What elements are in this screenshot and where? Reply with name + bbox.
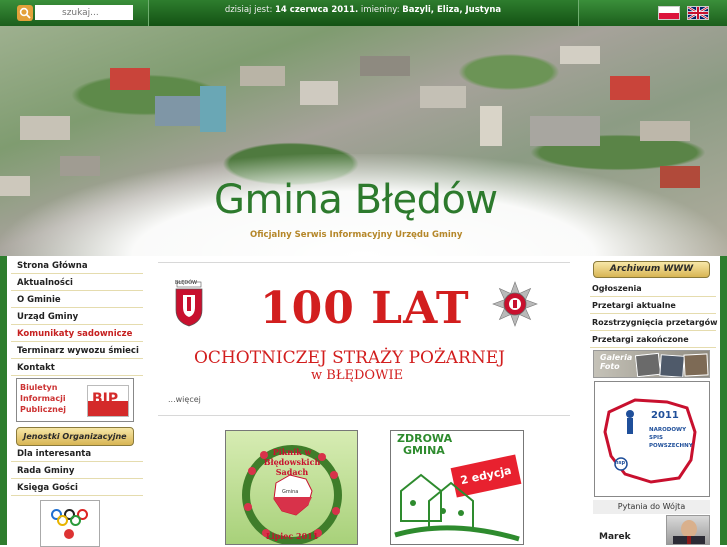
flag-pl-icon[interactable] [658,6,680,20]
menu-item-rada-gminy[interactable]: Rada Gminy [11,463,143,479]
menu-item-ogloszenia[interactable]: Ogłoszenia [590,281,716,297]
nsp-year: 2011 [651,410,679,421]
date-info: dzisiaj jest: 14 czerwca 2011. imieniny:… [150,5,576,15]
nsp-text: NARODOWY SPIS POWSZECHNY [649,427,693,449]
menu-item-aktualnosci[interactable]: Aktualności [11,275,143,291]
piknik-title: Piknik w Błędowskich Sadach [263,447,321,477]
menu-item-o-gminie[interactable]: O Gminie [11,292,143,308]
menu-item-kontakt[interactable]: Kontakt [11,360,143,376]
menu-item-dla-interesanta[interactable]: Dla interesanta [11,446,143,462]
search-input[interactable] [35,5,133,20]
menu-item-ksiega-gosci[interactable]: Księga Gości [11,480,143,496]
galeria-foto-banner[interactable]: Galeria Foto [593,350,710,378]
search-button[interactable] [17,5,33,21]
menu-item-przetargi-zakonczone[interactable]: Przetargi zakończone [590,332,716,348]
bip-logo: BIP [87,385,129,417]
healthy-house-icon [394,473,520,542]
photo-thumb-icon [683,353,709,377]
banner-osp-line: OCHOTNICZEJ STRAŻY POŻARNEJ [194,348,505,368]
jednostki-button[interactable]: Jenostki Organizacyjne [16,427,134,446]
nameday-value: Bazyli, Eliza, Justyna [402,5,502,15]
galeria-label: Galeria Foto [600,353,633,371]
divider [158,415,570,416]
magnifier-icon [19,7,31,19]
date-value: 14 czerwca 2011. [275,5,359,15]
piknik-date: Lipiec 2011 [266,531,319,541]
menu-item-przetargi-aktualne[interactable]: Przetargi aktualne [590,298,716,314]
archiwum-button[interactable]: Archiwum WWW [593,261,710,278]
menu-item-rozstrzygniecia[interactable]: Rozstrzygnięcia przetargów [590,315,718,331]
zdrowa-gmina-banner[interactable]: ZDROWA GMINA 2 edycja [390,430,524,545]
nsp-2011-banner[interactable]: 2011 NARODOWY SPIS POWSZECHNY nsp [594,381,710,497]
more-link[interactable]: ...więcej [168,395,201,404]
flag-en-icon[interactable] [687,6,709,20]
apple-icon [64,529,74,539]
pytania-do-wojta[interactable]: Pytania do Wójta [593,500,710,514]
menu-item-strona-glowna[interactable]: Strona Główna [11,258,143,274]
photo-thumb-icon [634,352,662,377]
bip-logo-text: BIP [92,391,119,407]
wojt-photo [666,515,710,545]
site-subtitle: Oficjalny Serwis Informacyjny Urzędu Gmi… [250,230,463,240]
site-title: Gmina Błędów [214,177,498,223]
menu-item-terminarz[interactable]: Terminarz wywozu śmieci [11,343,143,359]
date-prefix: dzisiaj jest: [224,5,273,15]
photo-thumb-icon [659,354,685,377]
bip-banner[interactable]: Biuletyn Informacji Publicznej BIP [16,378,134,422]
olympic-rings-icon[interactable] [40,500,100,547]
nsp-short: nsp [615,460,626,466]
menu-item-komunikaty[interactable]: Komunikaty sadownicze [11,326,143,342]
nameday-prefix: imieniny: [360,5,400,15]
divider [158,262,570,263]
menu-item-urzad-gminy[interactable]: Urząd Gminy [11,309,143,325]
banner-100-lat[interactable]: 100 LAT [260,283,470,334]
coat-of-arms-icon [175,281,203,327]
coat-label: BŁĘDÓW [175,280,198,286]
piknik-banner[interactable]: Piknik w Błędowskich Sadach Gmina Lipiec… [225,430,358,545]
wojt-name: Marek [599,532,631,542]
banner-place: w BŁĘDOWIE [311,368,404,383]
bip-text: Biuletyn Informacji Publicznej [20,383,67,414]
piknik-center: Gmina [282,489,299,495]
fire-brigade-badge-icon [492,281,538,327]
